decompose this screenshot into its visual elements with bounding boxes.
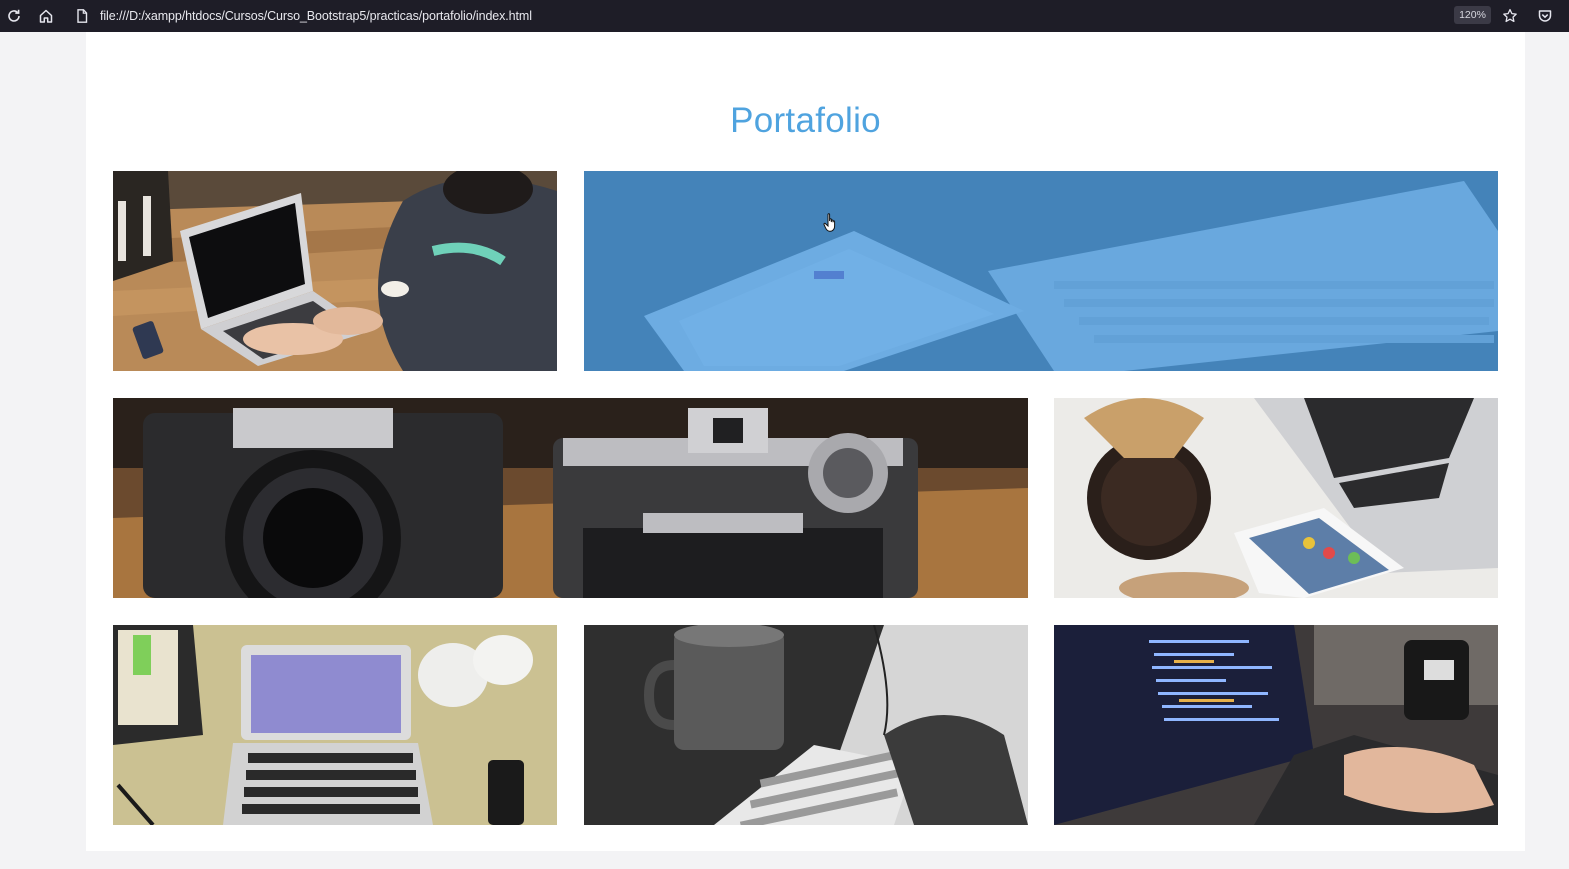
home-icon[interactable] <box>34 4 58 28</box>
hover-overlay <box>584 171 1498 371</box>
zoom-indicator[interactable]: 120% <box>1454 6 1491 24</box>
page-container: Portafolio <box>86 32 1525 851</box>
coffee-phone-laptop-image <box>1054 398 1498 598</box>
pocket-icon[interactable] <box>1533 4 1557 28</box>
coding-laptop-mug-image <box>1054 625 1498 825</box>
gallery-item-mug-keyboard[interactable] <box>584 625 1028 825</box>
gallery-item-laptop-table[interactable] <box>113 171 557 371</box>
page-title: Portafolio <box>730 101 881 140</box>
gallery-item-cameras[interactable] <box>113 398 1028 598</box>
mug-keyboard-mouse-image <box>584 625 1028 825</box>
browser-toolbar: file:///D:/xampp/htdocs/Cursos/Curso_Boo… <box>0 0 1569 32</box>
vintage-cameras-image <box>113 398 1028 598</box>
reload-icon[interactable] <box>2 4 26 28</box>
laptop-on-wooden-table-image <box>113 171 557 371</box>
address-bar[interactable]: file:///D:/xampp/htdocs/Cursos/Curso_Boo… <box>100 7 532 25</box>
bookmark-star-icon[interactable] <box>1498 4 1522 28</box>
gallery-item-macbook-desk[interactable] <box>113 625 557 825</box>
gallery-item-coffee-phone[interactable] <box>1054 398 1498 598</box>
gallery-item-coding-laptop[interactable] <box>1054 625 1498 825</box>
macbook-on-desk-image <box>113 625 557 825</box>
page-icon[interactable] <box>70 4 94 28</box>
gallery-item-tablet-keyboard[interactable] <box>584 171 1498 371</box>
